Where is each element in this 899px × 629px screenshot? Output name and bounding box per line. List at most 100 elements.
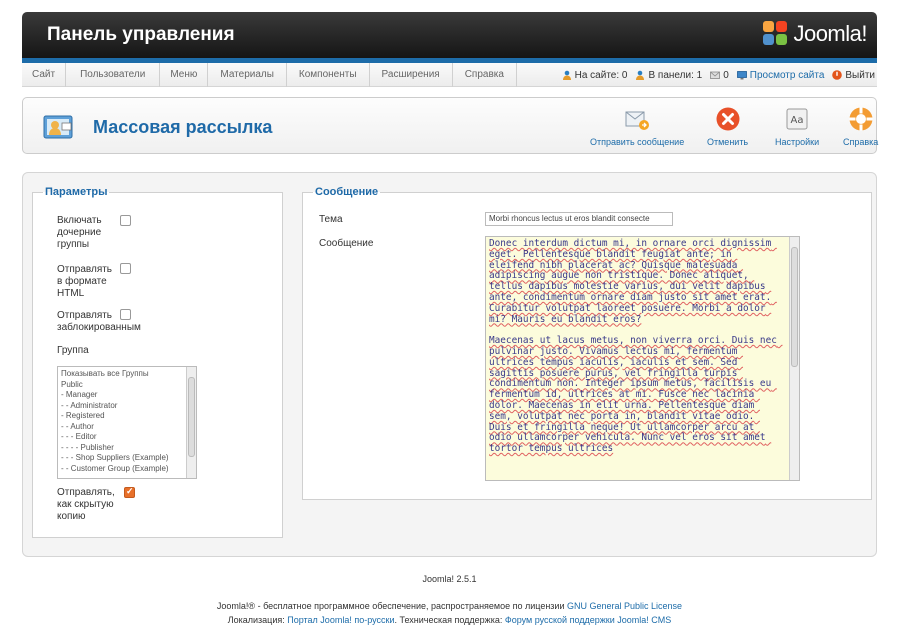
admin-page: Панель управления Joomla! Сайт Пользоват… bbox=[22, 12, 878, 557]
messages-link[interactable]: 0 bbox=[710, 70, 729, 81]
joomla-logo[interactable]: Joomla! bbox=[763, 21, 867, 47]
include-children-label-line: Включать bbox=[57, 215, 102, 226]
group-option[interactable]: - - Customer Group (Example) bbox=[61, 464, 193, 475]
send-bcc-label: Отправлять, как скрытую копию bbox=[57, 487, 115, 523]
users-on-site: На сайте: 0 bbox=[562, 69, 628, 81]
send-html-label: Отправлять в формате HTML bbox=[57, 264, 112, 300]
group-option[interactable]: - - Administrator bbox=[61, 401, 193, 412]
header-bar: Панель управления Joomla! bbox=[22, 12, 877, 58]
svg-text:Aa: Aa bbox=[791, 115, 804, 126]
message-textarea[interactable]: Donec interdum dictum mi, in ornare orci… bbox=[485, 236, 800, 481]
logout-link[interactable]: Выйти bbox=[832, 70, 875, 81]
settings-label: Настройки bbox=[775, 137, 820, 147]
admin-user-icon bbox=[636, 70, 645, 80]
settings-button[interactable]: Aa Настройки bbox=[775, 106, 819, 147]
menu-extensions[interactable]: Расширения bbox=[370, 62, 453, 87]
footer-support: Локализация: Портал Joomla! по-русски. Т… bbox=[0, 615, 899, 625]
toolbar: Массовая рассылка Отправить сообщение От… bbox=[22, 97, 878, 154]
cancel-button[interactable]: Отменить bbox=[707, 106, 748, 147]
mass-mail-icon bbox=[43, 115, 73, 139]
group-option[interactable]: - - Author bbox=[61, 422, 193, 433]
send-bcc-checkbox[interactable] bbox=[124, 486, 135, 498]
footer-license-text: Joomla!® - бесплатное программное обеспе… bbox=[216, 601, 565, 611]
send-bcc-label-line: Отправлять, bbox=[57, 487, 115, 498]
menu-help[interactable]: Справка bbox=[453, 62, 517, 87]
group-option[interactable]: Показывать все Группы bbox=[61, 369, 193, 380]
main-content: Параметры Включать дочерние группы Отпра… bbox=[22, 172, 877, 557]
footer-version: Joomla! 2.5.1 bbox=[422, 574, 477, 584]
include-children-checkbox[interactable] bbox=[120, 215, 131, 226]
include-children-label-line: группы bbox=[57, 239, 90, 250]
footer-license: Joomla!® - бесплатное программное обеспе… bbox=[0, 601, 899, 611]
send-blocked-label-line: заблокированным bbox=[57, 322, 141, 333]
joomla-logo-text: Joomla! bbox=[793, 21, 867, 46]
support-label: . Техническая поддержка: bbox=[394, 615, 503, 625]
scrollbar-thumb[interactable] bbox=[188, 377, 195, 457]
localization-label: Локализация: bbox=[227, 615, 285, 625]
message-scrollbar[interactable] bbox=[789, 237, 799, 480]
parameters-legend: Параметры bbox=[45, 186, 108, 198]
menu-components[interactable]: Компоненты bbox=[287, 62, 370, 87]
send-html-checkbox[interactable] bbox=[120, 263, 131, 274]
menu-site[interactable]: Сайт bbox=[22, 62, 67, 87]
mail-icon bbox=[710, 71, 721, 79]
group-select[interactable]: Показывать все Группы Public - Manager -… bbox=[57, 366, 197, 479]
send-message-label: Отправить сообщение bbox=[590, 137, 685, 147]
joomla-logo-icon bbox=[763, 21, 789, 47]
localization-link[interactable]: Портал Joomla! по-русски bbox=[287, 615, 394, 625]
view-site-link[interactable]: Просмотр сайта bbox=[736, 69, 825, 81]
component-title: Массовая рассылка bbox=[93, 117, 273, 137]
group-option[interactable]: - - - - Publisher bbox=[61, 443, 193, 454]
message-scrollbar-thumb[interactable] bbox=[791, 247, 798, 367]
logout-label: Выйти bbox=[845, 69, 875, 81]
messages-count: 0 bbox=[723, 69, 729, 81]
view-site-label: Просмотр сайта bbox=[749, 69, 825, 81]
include-children-label: Включать дочерние группы bbox=[57, 215, 102, 251]
gpl-link[interactable]: GNU General Public License bbox=[567, 601, 682, 611]
include-children-label-line: дочерние bbox=[57, 227, 102, 238]
power-icon bbox=[832, 70, 843, 80]
message-body: Donec interdum dictum mi, in ornare orci… bbox=[489, 238, 777, 455]
message-fieldset: Сообщение Тема Morbi rhoncus lectus ut e… bbox=[302, 186, 872, 500]
send-html-label-line: Отправлять bbox=[57, 264, 113, 275]
message-legend: Сообщение bbox=[315, 186, 379, 198]
cancel-label: Отменить bbox=[707, 137, 749, 147]
status-bar: На сайте: 0 В панели: 1 0 Просмотр сайта… bbox=[562, 63, 875, 87]
help-label: Справка bbox=[843, 137, 879, 147]
send-html-label-line: в формате bbox=[57, 276, 107, 287]
group-options: Показывать все Группы Public - Manager -… bbox=[58, 367, 196, 476]
in-panel-count: В панели: 1 bbox=[648, 69, 703, 81]
support-forum-link[interactable]: Форум русской поддержки Joomla! CMS bbox=[505, 615, 671, 625]
send-bcc-label-line: копию bbox=[57, 511, 86, 522]
menu-users[interactable]: Пользователи bbox=[66, 62, 161, 87]
subject-input[interactable]: Morbi rhoncus lectus ut eros blandit con… bbox=[485, 212, 673, 226]
parameters-fieldset: Параметры Включать дочерние группы Отпра… bbox=[32, 186, 283, 538]
group-option[interactable]: - Manager bbox=[61, 390, 193, 401]
send-message-button[interactable]: Отправить сообщение bbox=[590, 106, 684, 147]
on-site-count: На сайте: 0 bbox=[574, 69, 628, 81]
group-option[interactable]: - - - Shop Suppliers (Example) bbox=[61, 453, 193, 464]
monitor-icon bbox=[736, 71, 747, 80]
group-option[interactable]: - Registered bbox=[61, 411, 193, 422]
send-blocked-checkbox[interactable] bbox=[120, 309, 131, 320]
menu-content[interactable]: Материалы bbox=[208, 62, 287, 87]
send-bcc-label-line: как скрытую bbox=[57, 499, 114, 510]
group-select-scrollbar[interactable] bbox=[186, 367, 196, 478]
parameters-body: Включать дочерние группы Отправлять в фо… bbox=[57, 208, 277, 538]
send-html-label-line: HTML bbox=[57, 288, 85, 299]
users-in-panel: В панели: 1 bbox=[635, 70, 702, 81]
menu-menus[interactable]: Меню bbox=[160, 62, 209, 87]
group-option[interactable]: Public bbox=[61, 380, 193, 391]
settings-icon: Aa bbox=[786, 108, 808, 130]
group-option[interactable]: - - - Editor bbox=[61, 432, 193, 443]
send-mail-icon bbox=[625, 111, 650, 130]
cancel-icon bbox=[716, 107, 740, 131]
help-button[interactable]: Справка bbox=[843, 106, 878, 147]
user-icon bbox=[562, 70, 571, 80]
message-label: Сообщение bbox=[319, 238, 374, 249]
subject-label: Тема bbox=[319, 214, 343, 225]
help-icon bbox=[849, 107, 873, 131]
main-menu: Сайт Пользователи Меню Материалы Компоне… bbox=[22, 62, 877, 87]
group-label: Группа bbox=[57, 345, 89, 356]
page-header-title: Панель управления bbox=[47, 24, 235, 45]
